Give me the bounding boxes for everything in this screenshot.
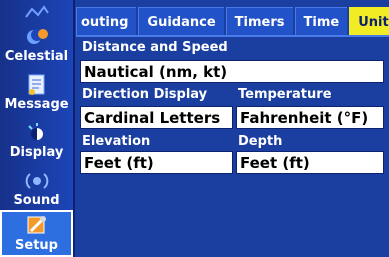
direction-display-field[interactable]: Cardinal Letters <box>80 106 233 129</box>
sidebar-item-label: Celestial <box>4 49 69 64</box>
display-icon <box>24 122 50 144</box>
tab-time[interactable]: Time <box>294 7 348 36</box>
sidebar: Celestial Message Display Sound Setup <box>0 0 75 257</box>
sidebar-item-sound[interactable]: Sound <box>0 162 73 210</box>
sidebar-item-celestial[interactable]: Celestial <box>0 18 73 66</box>
sidebar-item-label: Display <box>9 145 64 160</box>
tab-units[interactable]: Units <box>349 7 389 36</box>
sidebar-item-label: Sound <box>13 193 60 208</box>
elevation-field[interactable]: Feet (ft) <box>80 151 233 174</box>
tab-bar: outing Guidance Timers Time Units L <box>76 4 389 36</box>
depth-label: Depth <box>238 134 283 149</box>
sidebar-item-message[interactable]: Message <box>0 66 73 114</box>
sidebar-item-setup[interactable]: Setup <box>0 210 73 257</box>
tab-timers[interactable]: Timers <box>225 7 293 36</box>
temperature-field[interactable]: Fahrenheit (°F) <box>236 106 384 129</box>
depth-field[interactable]: Feet (ft) <box>236 151 384 174</box>
speaker-icon <box>24 170 50 192</box>
moon-sun-icon <box>24 26 50 48</box>
sidebar-item-label: Message <box>4 97 69 112</box>
distance-speed-field[interactable]: Nautical (nm, kt) <box>80 60 384 83</box>
tab-divider <box>76 35 389 37</box>
elevation-label: Elevation <box>82 134 151 149</box>
temperature-label: Temperature <box>238 87 332 102</box>
tab-routing[interactable]: outing <box>76 7 137 36</box>
direction-display-label: Direction Display <box>82 87 208 102</box>
sidebar-item-label: Setup <box>15 238 58 253</box>
tab-guidance[interactable]: Guidance <box>138 7 224 36</box>
sidebar-item-display[interactable]: Display <box>0 114 73 162</box>
document-icon <box>24 74 50 96</box>
distance-speed-label: Distance and Speed <box>82 40 228 55</box>
wrench-icon <box>24 215 50 237</box>
